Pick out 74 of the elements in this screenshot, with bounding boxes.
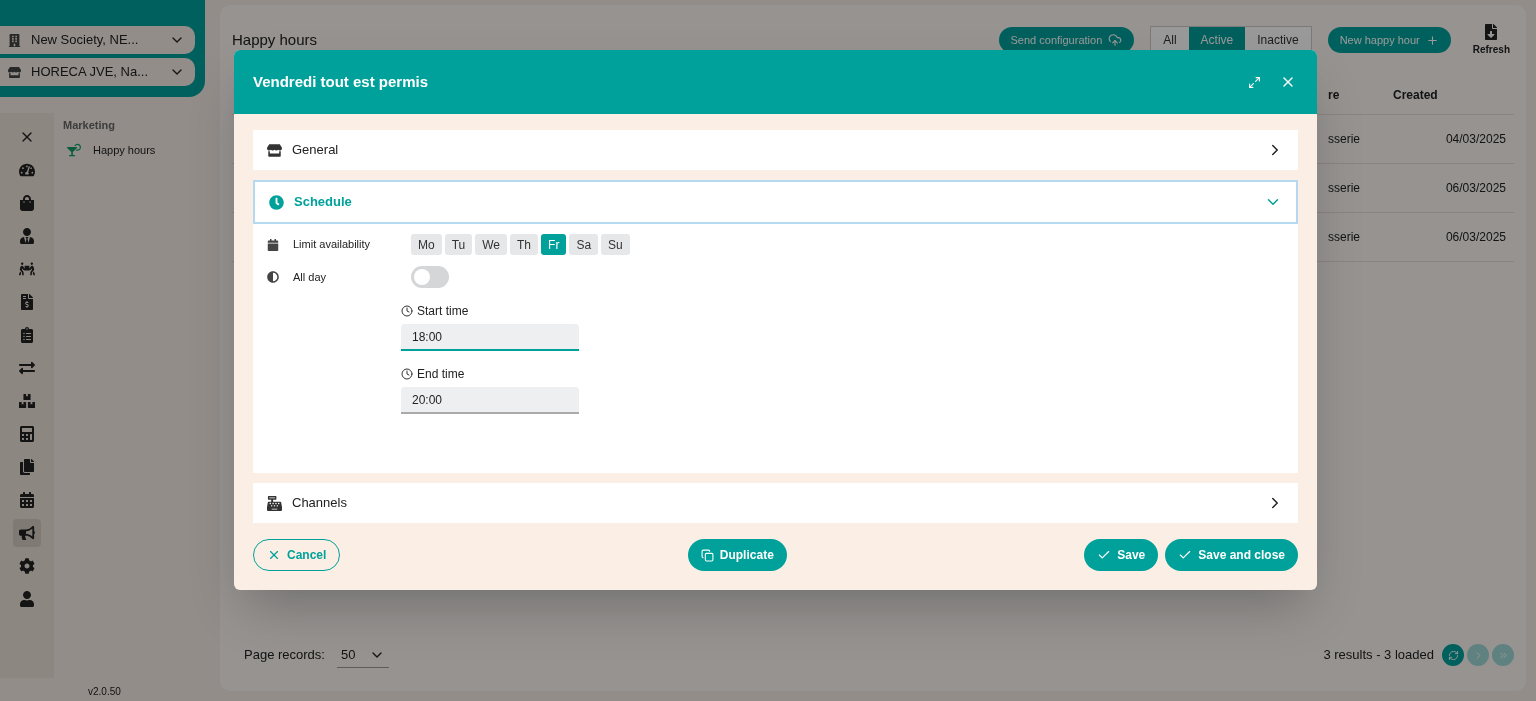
- company-selector[interactable]: HORECA JVE, Na...: [0, 58, 195, 86]
- copy-icon: [700, 548, 714, 562]
- refresh-icon: [1447, 649, 1459, 661]
- table-cell-text: 06/03/2025: [1444, 180, 1507, 197]
- invoice-icon: [19, 294, 35, 310]
- time-field[interactable]: 20:00: [401, 387, 579, 414]
- field-label: Start time: [417, 303, 469, 320]
- plus-icon: [1425, 33, 1439, 47]
- page-records-label: Page records:: [244, 646, 325, 665]
- store-icon: [8, 65, 21, 79]
- save-button[interactable]: Save: [1084, 539, 1159, 571]
- filter-tab[interactable]: All: [1151, 27, 1189, 53]
- calendar-icon: [267, 238, 279, 251]
- bag-icon: [19, 195, 35, 211]
- menu-item[interactable]: Happy hours: [63, 141, 205, 158]
- filter-tab[interactable]: Inactive: [1245, 27, 1311, 53]
- section-header[interactable]: Channels: [253, 483, 1298, 523]
- time-field[interactable]: 18:00: [401, 324, 579, 351]
- megaphone-icon: [19, 525, 35, 541]
- arrows-icon: [19, 360, 35, 376]
- download-file-icon: [1484, 23, 1499, 40]
- table-cell-text: sserie: [1328, 180, 1361, 197]
- building-icon: [8, 33, 21, 47]
- refresh-button[interactable]: Refresh: [1472, 23, 1510, 57]
- calculator-icon: [19, 426, 35, 442]
- settings-icon: [19, 558, 35, 574]
- register-icon: [267, 495, 282, 511]
- field-label: End time: [417, 366, 465, 383]
- section-title: Marketing: [63, 118, 116, 133]
- duplicate-button[interactable]: Duplicate: [687, 539, 787, 571]
- gauge-icon: [19, 162, 35, 178]
- check-icon: [1097, 548, 1112, 562]
- page-title: Happy hours: [232, 29, 319, 50]
- day-toggle[interactable]: Mo: [411, 234, 442, 255]
- cloud-upload-icon: [1108, 33, 1123, 47]
- close-icon: [267, 548, 281, 562]
- day-toggle[interactable]: We: [475, 234, 508, 255]
- section-header[interactable]: General: [253, 130, 1298, 170]
- person-icon: [19, 228, 35, 244]
- devices-icon: [19, 459, 35, 475]
- column-header: Created: [1392, 86, 1439, 104]
- day-toggle[interactable]: Th: [510, 234, 539, 255]
- table-cell-text: 04/03/2025: [1444, 131, 1507, 148]
- all-day-switch[interactable]: [411, 266, 449, 288]
- day-toggle[interactable]: Su: [601, 234, 630, 255]
- cocktail-icon: [67, 142, 81, 157]
- table-cell-text: 06/03/2025: [1444, 229, 1507, 246]
- version-label: v2.0.50: [87, 685, 122, 699]
- table-cell-text: sserie: [1328, 131, 1361, 148]
- boxes-icon: [19, 393, 35, 409]
- user-icon: [19, 591, 35, 607]
- clock-icon: [269, 194, 284, 210]
- clock-icon: [401, 368, 413, 380]
- day-toggle[interactable]: Sa: [569, 234, 599, 255]
- calendar-icon: [19, 492, 35, 508]
- day-toggle[interactable]: Tu: [444, 234, 473, 255]
- dialog-title: Vendredi tout est permis: [253, 71, 430, 92]
- store-icon: [267, 142, 282, 158]
- maximize-icon: [1247, 75, 1261, 89]
- field-label: Limit availability: [293, 237, 372, 253]
- check-icon: [1178, 548, 1193, 562]
- clock-icon: [401, 305, 413, 317]
- save-and-close-button[interactable]: Save and close: [1165, 539, 1298, 571]
- section-header[interactable]: Schedule: [253, 180, 1298, 224]
- page-records-select[interactable]: 50: [336, 642, 390, 668]
- table-cell-text: sserie: [1328, 229, 1361, 246]
- carrying-person-icon: [19, 261, 35, 277]
- field-label: All day: [293, 269, 328, 285]
- column-header: re: [1328, 86, 1341, 104]
- nav-button[interactable]: [13, 519, 41, 547]
- clipboard-icon: [19, 327, 35, 343]
- company-selector[interactable]: New Society, NE...: [0, 26, 195, 54]
- day-toggle[interactable]: Fr: [541, 234, 567, 255]
- results-count: 3 results - 3 loaded: [1323, 646, 1434, 665]
